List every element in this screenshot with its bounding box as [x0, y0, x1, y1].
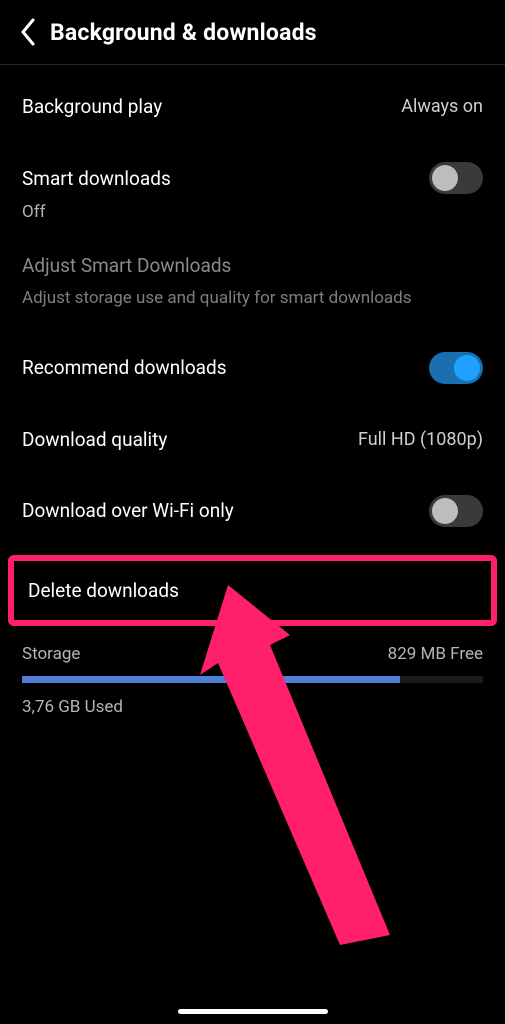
toggle-knob [432, 165, 458, 191]
row-recommend-downloads[interactable]: Recommend downloads [0, 330, 505, 406]
storage-used: 3,76 GB Used [22, 697, 483, 717]
storage-label: Storage [22, 644, 80, 664]
row-download-quality[interactable]: Download quality Full HD (1080p) [0, 406, 505, 473]
storage-top-row: Storage 829 MB Free [22, 644, 483, 664]
row-label: Download quality [22, 428, 167, 451]
settings-list: Background play Always on Smart download… [0, 65, 505, 735]
row-label: Delete downloads [28, 579, 179, 602]
annotation-highlight: Delete downloads [8, 555, 497, 626]
toggle-download-wifi-only[interactable] [429, 495, 483, 527]
row-sublabel: Off [22, 202, 46, 222]
section-description: Adjust storage use and quality for smart… [22, 287, 483, 310]
page-title: Background & downloads [50, 19, 317, 46]
chevron-left-icon [19, 18, 37, 46]
row-label: Download over Wi-Fi only [22, 499, 234, 522]
row-label: Background play [22, 95, 162, 118]
row-download-wifi-only[interactable]: Download over Wi-Fi only [0, 473, 505, 549]
header: Background & downloads [0, 0, 505, 65]
row-background-play[interactable]: Background play Always on [0, 73, 505, 140]
row-label: Smart downloads [22, 167, 171, 190]
row-value: Full HD (1080p) [358, 429, 483, 450]
storage-bar [22, 676, 483, 683]
toggle-knob [432, 498, 458, 524]
row-value: Always on [401, 96, 483, 117]
storage-bar-fill [22, 676, 400, 683]
section-adjust-smart-downloads: Adjust Smart Downloads Adjust storage us… [0, 244, 505, 330]
home-indicator[interactable] [178, 1009, 328, 1014]
back-button[interactable] [10, 14, 46, 50]
toggle-recommend-downloads[interactable] [429, 352, 483, 384]
toggle-smart-downloads[interactable] [429, 162, 483, 194]
row-smart-downloads-sub: Off [0, 202, 505, 244]
storage-free: 829 MB Free [388, 644, 483, 664]
section-title: Adjust Smart Downloads [22, 254, 483, 277]
row-delete-downloads[interactable]: Delete downloads [14, 561, 491, 620]
row-label: Recommend downloads [22, 356, 227, 379]
toggle-knob [454, 355, 480, 381]
storage-section: Storage 829 MB Free 3,76 GB Used [0, 628, 505, 727]
